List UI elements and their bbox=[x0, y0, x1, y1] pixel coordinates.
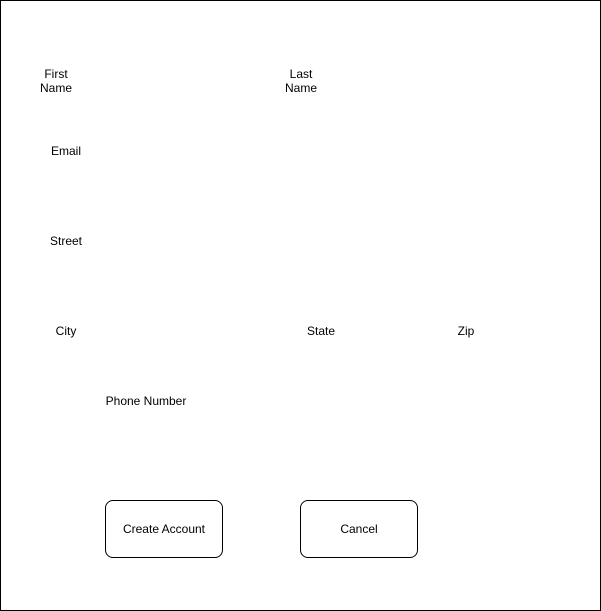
form-frame: First Name Last Name Email Street City S… bbox=[0, 0, 601, 611]
cancel-button[interactable]: Cancel bbox=[300, 500, 418, 558]
city-label: City bbox=[55, 324, 77, 338]
phone-number-label: Phone Number bbox=[105, 394, 187, 408]
create-account-button[interactable]: Create Account bbox=[105, 500, 223, 558]
last-name-label: Last Name bbox=[284, 67, 317, 95]
street-label: Street bbox=[49, 234, 82, 248]
zip-label: Zip bbox=[457, 324, 475, 338]
state-label: State bbox=[306, 324, 336, 338]
first-name-label: First Name bbox=[39, 67, 72, 95]
email-label: Email bbox=[50, 144, 81, 158]
